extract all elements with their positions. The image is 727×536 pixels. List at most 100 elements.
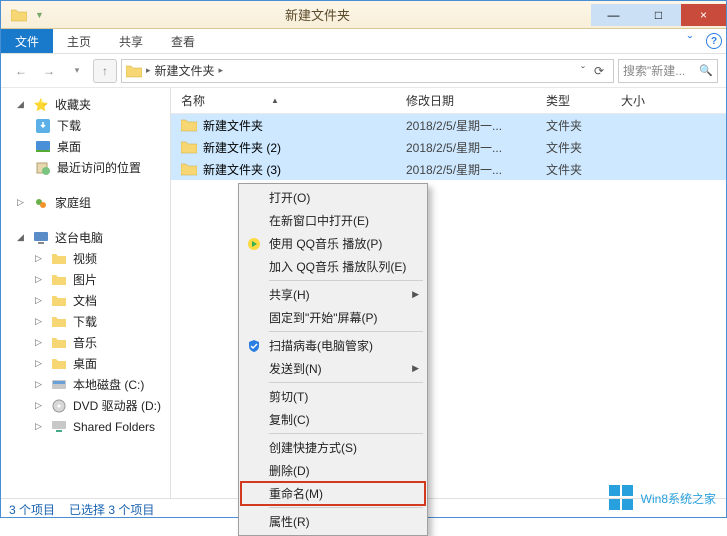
tri-closed-icon: ▷ [35, 295, 45, 306]
network-drive-icon [51, 419, 67, 435]
ctx-copy[interactable]: 复制(C) [241, 408, 425, 431]
sidebar-item-pictures[interactable]: ▷图片 [1, 269, 170, 290]
up-button[interactable]: ↑ [93, 59, 117, 83]
window-title: 新建文件夹 [44, 5, 591, 24]
sidebar-favorites[interactable]: ◢⭐收藏夹 [1, 94, 170, 115]
ribbon-tabs: 文件 主页 共享 查看 ˇ ? [1, 29, 726, 54]
watermark-text: Win8系统之家 [641, 490, 716, 507]
tab-view[interactable]: 查看 [157, 29, 209, 53]
folder-icon [51, 356, 67, 372]
submenu-arrow-icon: ▶ [412, 289, 419, 300]
folder-icon [51, 314, 67, 330]
sidebar-item-videos[interactable]: ▷视频 [1, 248, 170, 269]
folder-icon [51, 335, 67, 351]
sidebar-item-downloads[interactable]: 下载 [1, 115, 170, 136]
tri-closed-icon: ▷ [17, 197, 27, 208]
ctx-open[interactable]: 打开(O) [241, 186, 425, 209]
ctx-separator [269, 382, 423, 383]
file-tab[interactable]: 文件 [1, 29, 53, 53]
tab-home[interactable]: 主页 [53, 29, 105, 53]
tri-closed-icon: ▷ [35, 337, 45, 348]
ctx-open-new-window[interactable]: 在新窗口中打开(E) [241, 209, 425, 232]
ctx-delete[interactable]: 删除(D) [241, 459, 425, 482]
file-row[interactable]: 新建文件夹 2018/2/5/星期一... 文件夹 [171, 114, 726, 136]
ribbon-expand-icon[interactable]: ˇ [678, 29, 702, 53]
sidebar-item-music[interactable]: ▷音乐 [1, 332, 170, 353]
sidebar-item-shared[interactable]: ▷Shared Folders [1, 416, 170, 437]
sidebar-item-recent[interactable]: 最近访问的位置 [1, 157, 170, 178]
address-dropdown-icon[interactable]: ˇ [581, 64, 585, 78]
recent-icon [35, 160, 51, 176]
search-input[interactable]: 搜索"新建... 🔍 [618, 59, 718, 83]
close-button[interactable]: × [681, 4, 726, 26]
address-bar[interactable]: ▸ 新建文件夹 ▸ ˇ ⟳ [121, 59, 614, 83]
sidebar: ◢⭐收藏夹 下载 桌面 最近访问的位置 ▷家庭组 ◢这台电脑 ▷视频 ▷图片 ▷… [1, 88, 171, 498]
search-icon: 🔍 [699, 64, 713, 77]
sidebar-item-dvd[interactable]: ▷DVD 驱动器 (D:) [1, 395, 170, 416]
ctx-cut[interactable]: 剪切(T) [241, 385, 425, 408]
sidebar-homegroup[interactable]: ▷家庭组 [1, 192, 170, 213]
breadcrumb-segment[interactable]: 新建文件夹 [155, 62, 215, 79]
chevron-right-icon[interactable]: ▸ [219, 65, 224, 76]
tri-closed-icon: ▷ [35, 421, 45, 432]
ctx-scan-virus[interactable]: 扫描病毒(电脑管家) [241, 334, 425, 357]
windows-logo-icon [609, 485, 635, 511]
ctx-separator [269, 331, 423, 332]
folder-icon [51, 251, 67, 267]
sidebar-item-desktop2[interactable]: ▷桌面 [1, 353, 170, 374]
sidebar-this-pc[interactable]: ◢这台电脑 [1, 227, 170, 248]
desktop-icon [35, 139, 51, 155]
pc-icon [33, 230, 49, 246]
forward-button[interactable]: → [37, 59, 61, 83]
minimize-button[interactable]: — [591, 4, 636, 26]
tri-closed-icon: ▷ [35, 316, 45, 327]
file-row[interactable]: 新建文件夹 (2) 2018/2/5/星期一... 文件夹 [171, 136, 726, 158]
ctx-separator [269, 280, 423, 281]
homegroup-icon [33, 195, 49, 211]
caret-down-icon[interactable]: ▼ [35, 10, 44, 20]
history-dropdown-icon[interactable]: ▾ [65, 59, 89, 83]
col-name[interactable]: 名称▲ [171, 92, 406, 109]
submenu-arrow-icon: ▶ [412, 363, 419, 374]
col-type[interactable]: 类型 [546, 92, 621, 109]
help-icon[interactable]: ? [702, 29, 726, 53]
watermark: Win8系统之家 [609, 485, 716, 511]
back-button[interactable]: ← [9, 59, 33, 83]
ctx-pin-start[interactable]: 固定到"开始"屏幕(P) [241, 306, 425, 329]
ctx-separator [269, 433, 423, 434]
context-menu: 打开(O) 在新窗口中打开(E) 使用 QQ音乐 播放(P) 加入 QQ音乐 播… [238, 183, 428, 536]
ctx-properties[interactable]: 属性(R) [241, 510, 425, 533]
tri-closed-icon: ▷ [35, 253, 45, 264]
file-row[interactable]: 新建文件夹 (3) 2018/2/5/星期一... 文件夹 [171, 158, 726, 180]
col-size[interactable]: 大小 [621, 92, 691, 109]
sidebar-item-disk-c[interactable]: ▷本地磁盘 (C:) [1, 374, 170, 395]
col-date[interactable]: 修改日期 [406, 92, 546, 109]
ctx-qq-queue[interactable]: 加入 QQ音乐 播放队列(E) [241, 255, 425, 278]
sidebar-item-downloads2[interactable]: ▷下载 [1, 311, 170, 332]
dvd-icon [51, 398, 67, 414]
window-controls: — □ × [591, 4, 726, 26]
ctx-send-to[interactable]: 发送到(N)▶ [241, 357, 425, 380]
star-icon: ⭐ [33, 97, 49, 113]
ctx-rename[interactable]: 重命名(M) [241, 482, 425, 505]
folder-app-icon [9, 5, 29, 25]
ctx-share[interactable]: 共享(H)▶ [241, 283, 425, 306]
sort-asc-icon: ▲ [271, 96, 279, 105]
folder-icon [51, 293, 67, 309]
refresh-icon[interactable]: ⟳ [589, 64, 609, 78]
maximize-button[interactable]: □ [636, 4, 681, 26]
folder-icon [181, 139, 197, 155]
sidebar-item-documents[interactable]: ▷文档 [1, 290, 170, 311]
sidebar-item-desktop[interactable]: 桌面 [1, 136, 170, 157]
navigation-bar: ← → ▾ ↑ ▸ 新建文件夹 ▸ ˇ ⟳ 搜索"新建... 🔍 [1, 54, 726, 88]
folder-icon [181, 117, 197, 133]
chevron-right-icon[interactable]: ▸ [146, 65, 151, 76]
download-icon [35, 118, 51, 134]
tab-share[interactable]: 共享 [105, 29, 157, 53]
column-headers: 名称▲ 修改日期 类型 大小 [171, 88, 726, 114]
title-bar: ▼ 新建文件夹 — □ × [1, 1, 726, 29]
ctx-qq-play[interactable]: 使用 QQ音乐 播放(P) [241, 232, 425, 255]
ctx-create-shortcut[interactable]: 创建快捷方式(S) [241, 436, 425, 459]
ctx-separator [269, 507, 423, 508]
tri-closed-icon: ▷ [35, 274, 45, 285]
